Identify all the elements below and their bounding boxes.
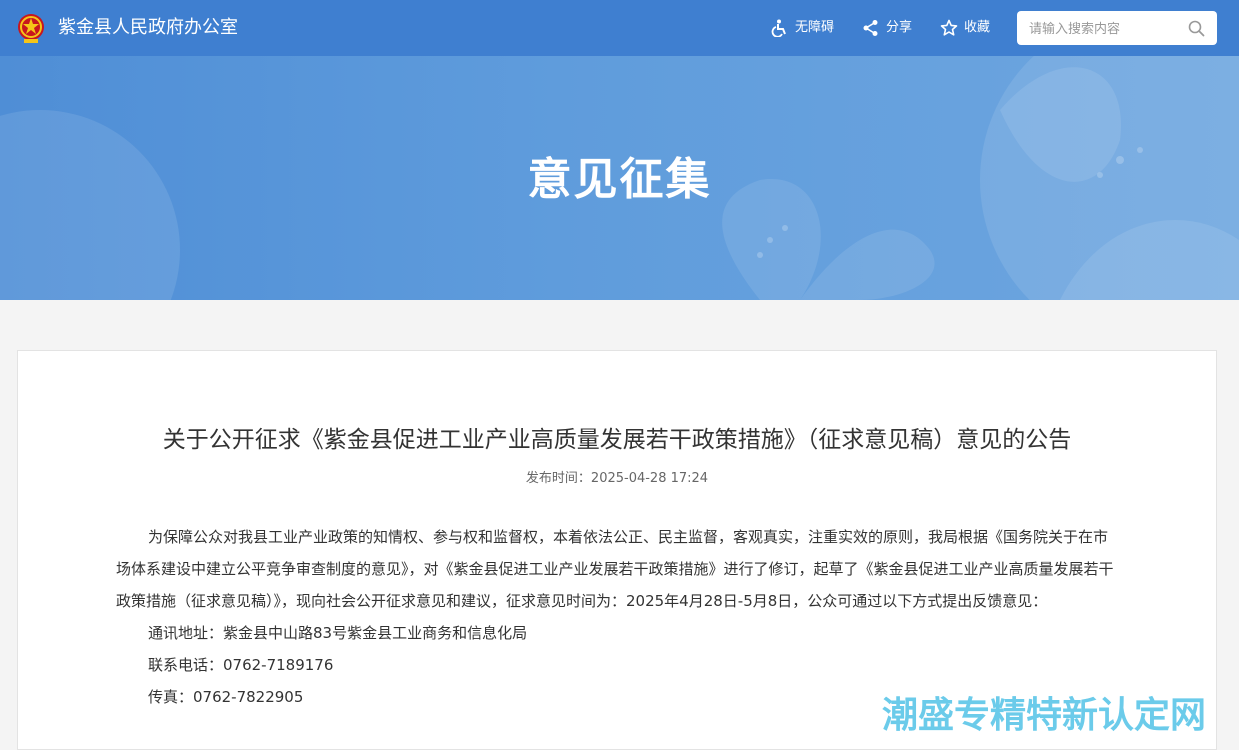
- contact-address: 通讯地址：紫金县中山路83号紫金县工业商务和信息化局: [148, 624, 528, 642]
- star-icon: [940, 19, 958, 36]
- accessibility-icon: [771, 19, 786, 37]
- share-label: 分享: [886, 20, 913, 35]
- national-emblem-icon: [18, 14, 44, 43]
- article-card: 关于公开征求《紫金县促进工业产业高质量发展若干政策措施》（征求意见稿）意见的公告…: [17, 350, 1217, 750]
- article-body: 为保障公众对我县工业产业政策的知情权、参与权和监督权，本着依法公正、民主监督，客…: [116, 521, 1116, 713]
- accessibility-button[interactable]: 无障碍: [771, 17, 841, 39]
- publish-time: 2025-04-28 17:24: [590, 471, 709, 486]
- search-input[interactable]: [1027, 18, 1181, 40]
- publish-label: 发布时间：: [525, 471, 591, 486]
- contact-phone: 联系电话：0762-7189176: [148, 656, 334, 674]
- publish-info: 发布时间：2025-04-28 17:24: [18, 469, 1216, 489]
- share-button[interactable]: 分享: [862, 17, 918, 39]
- article-title: 关于公开征求《紫金县促进工业产业高质量发展若干政策措施》（征求意见稿）意见的公告: [162, 427, 1072, 453]
- site-name[interactable]: 紫金县人民政府办公室: [58, 16, 238, 40]
- favorite-label: 收藏: [964, 20, 991, 35]
- search-box: [1017, 11, 1217, 45]
- watermark: 潮盛专精特新认定网: [882, 695, 1207, 736]
- accessibility-label: 无障碍: [795, 20, 835, 35]
- share-icon: [863, 20, 878, 36]
- banner-title: 意见征集: [527, 154, 712, 205]
- favorite-button[interactable]: 收藏: [940, 17, 996, 39]
- article-paragraph: 为保障公众对我县工业产业政策的知情权、参与权和监督权，本着依法公正、民主监督，客…: [116, 528, 1114, 610]
- top-navigation-bar: 紫金县人民政府办公室 无障碍 分享 收藏: [0, 0, 1239, 56]
- search-icon[interactable]: [1188, 20, 1205, 37]
